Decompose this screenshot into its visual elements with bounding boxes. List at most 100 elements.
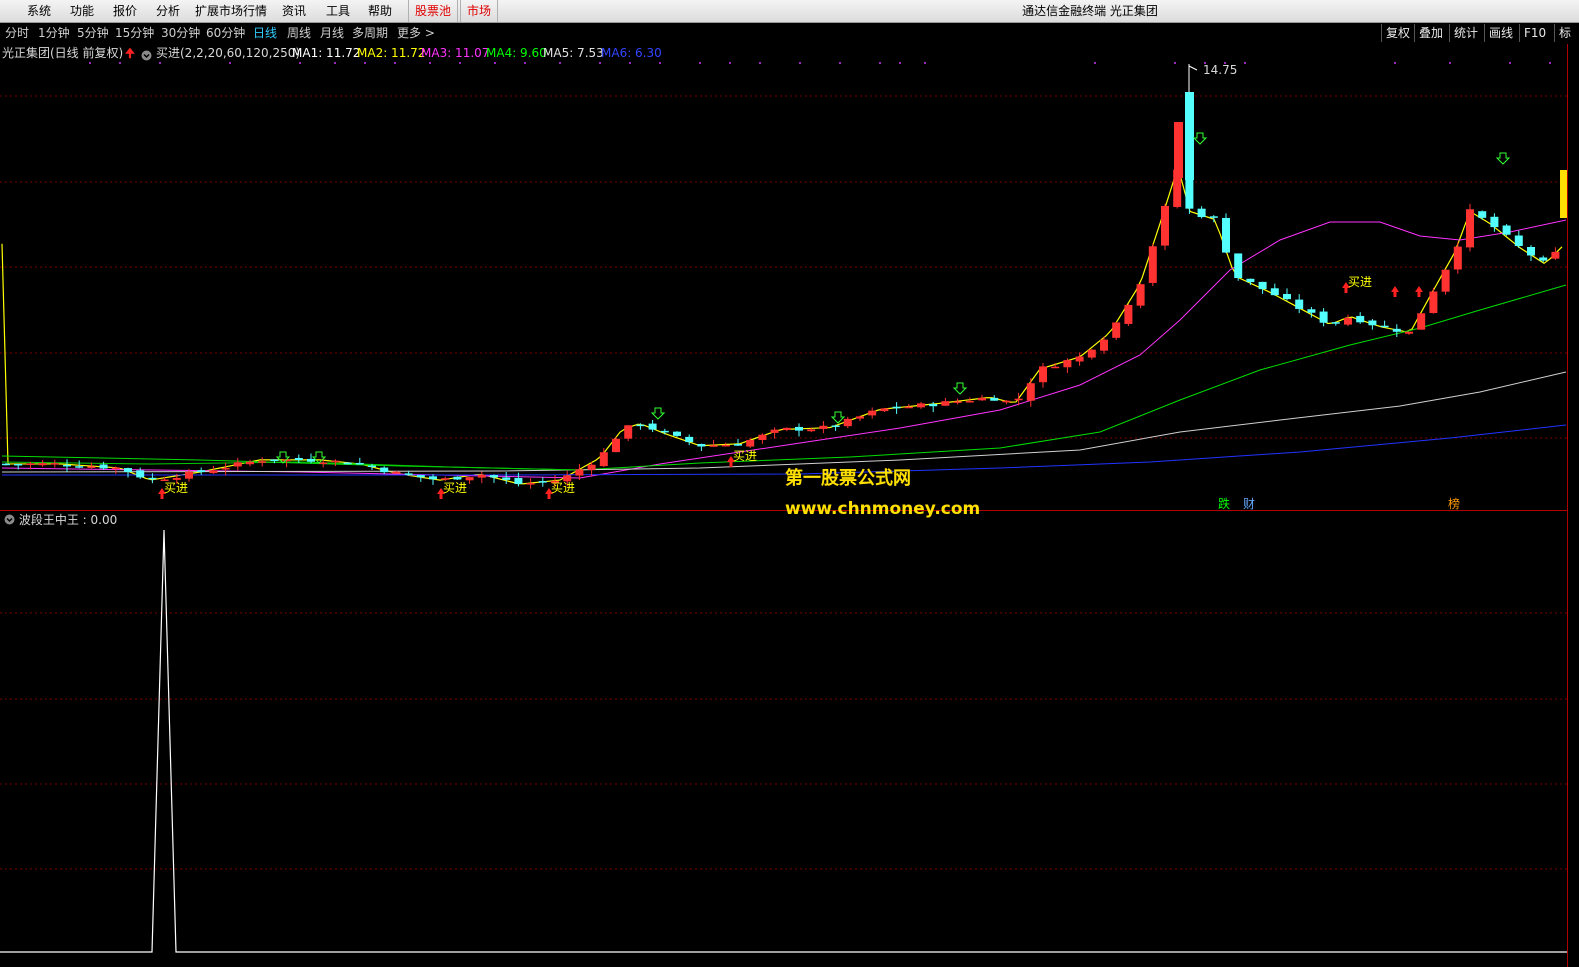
candle-body [99, 464, 108, 469]
period-weekly[interactable]: 周线 [287, 23, 311, 43]
candle-body [807, 429, 816, 432]
candle-body [172, 477, 181, 480]
candle-body [1527, 246, 1535, 256]
candle-body [917, 403, 925, 408]
menu-quote[interactable]: 报价 [113, 0, 137, 22]
event-tag-finance[interactable]: 财 [1243, 495, 1255, 512]
candle-body [63, 464, 71, 467]
sub-indicator-chart[interactable] [0, 511, 1568, 967]
candle-body [185, 471, 193, 479]
candle [75, 460, 84, 469]
period-more[interactable]: 更多 > [397, 23, 435, 43]
candle [136, 467, 145, 479]
signal-dot [89, 62, 91, 64]
candle [1026, 378, 1035, 407]
candlestick-chart[interactable]: 买进 买进 买进买进买进 14.75 [0, 62, 1568, 510]
candle [953, 398, 962, 405]
candle-body [575, 469, 584, 476]
period-intraday[interactable]: 分时 [5, 23, 29, 43]
candle-body [734, 443, 742, 446]
candle [1295, 294, 1304, 314]
period-60min[interactable]: 60分钟 [206, 23, 245, 43]
period-1min[interactable]: 1分钟 [38, 23, 70, 43]
candle-body [87, 466, 96, 468]
candle [758, 433, 767, 444]
menu-tools[interactable]: 工具 [326, 0, 350, 22]
menu-help[interactable]: 帮助 [368, 0, 392, 22]
candle-body [990, 397, 999, 401]
candle-body [270, 459, 279, 462]
signal-dot [119, 62, 121, 64]
candle-body [1002, 400, 1011, 403]
candle [258, 457, 267, 467]
arrow-up-icon: 🠉 [125, 46, 135, 60]
restore-rights-button[interactable]: 复权 [1381, 24, 1414, 42]
mark-button[interactable]: 标 [1554, 24, 1575, 42]
candle [1466, 203, 1474, 252]
candle-body [1124, 304, 1133, 324]
menu-market[interactable]: 市场 [460, 0, 499, 22]
statistics-button[interactable]: 统计 [1449, 24, 1482, 42]
candle-body [1551, 251, 1560, 259]
period-15min[interactable]: 15分钟 [115, 23, 154, 43]
signal-dot [839, 62, 841, 64]
candle [477, 471, 486, 484]
candle-body [1283, 293, 1291, 300]
candle-body [1319, 311, 1328, 323]
candle-body [929, 403, 938, 407]
indicator-info-bar: 光正集团(日线 前复权) 🠉 买进(2,2,20,60,120,250) MA1… [0, 44, 1579, 62]
candle-body [1075, 356, 1084, 362]
candle [1039, 362, 1047, 388]
candle [831, 424, 840, 431]
candle [111, 466, 120, 474]
candle-body [26, 463, 35, 466]
candle [868, 407, 877, 419]
f10-button[interactable]: F10 [1519, 24, 1550, 42]
period-30min[interactable]: 30分钟 [161, 23, 200, 43]
event-tag-drop[interactable]: 跌 [1218, 495, 1230, 512]
candle [843, 416, 852, 429]
event-tag-list[interactable]: 榜 [1448, 495, 1460, 512]
candles [2, 92, 1568, 489]
draw-line-button[interactable]: 画线 [1484, 24, 1517, 42]
period-daily[interactable]: 日线 [253, 23, 277, 43]
candle [1392, 324, 1401, 338]
candle [538, 477, 547, 487]
candle-body [538, 481, 547, 483]
overlay-button[interactable]: 叠加 [1414, 24, 1447, 42]
candle [1148, 243, 1157, 287]
candle-body [1356, 315, 1365, 323]
menu-stock-pool[interactable]: 股票池 [408, 0, 459, 22]
period-monthly[interactable]: 月线 [320, 23, 344, 43]
candle-body [1307, 309, 1316, 313]
candle [892, 402, 901, 414]
menu-bar: 系统 功能 报价 分析 扩展市场行情 资讯 工具 帮助 股票池 市场 通达信金融… [0, 0, 1579, 23]
candle [1344, 314, 1352, 327]
buy-label: 买进 [164, 481, 188, 495]
indicator-params[interactable]: 买进(2,2,20,60,120,250) [156, 44, 300, 62]
candle-body [294, 457, 303, 461]
down-arrow-icon [952, 382, 968, 395]
menu-analysis[interactable]: 分析 [156, 0, 180, 22]
candle [978, 394, 986, 401]
candle-body [795, 426, 803, 431]
candle [1112, 321, 1121, 340]
candle [453, 476, 462, 480]
menu-function[interactable]: 功能 [70, 0, 94, 22]
candle-body [624, 425, 633, 439]
watermark-title: 第一股票公式网 [785, 468, 911, 489]
candle-body [1392, 328, 1401, 332]
signal-dot [1094, 62, 1096, 64]
menu-system[interactable]: 系统 [27, 0, 51, 22]
candle [819, 421, 828, 434]
signal-dot [1549, 62, 1551, 64]
menu-news[interactable]: 资讯 [282, 0, 306, 22]
candle-body [233, 462, 242, 467]
menu-extended-market[interactable]: 扩展市场行情 [195, 0, 267, 22]
signal-dot [559, 62, 561, 64]
period-5min[interactable]: 5分钟 [77, 23, 109, 43]
candle-body [599, 452, 608, 467]
period-multi[interactable]: 多周期 [352, 23, 388, 43]
candle [1380, 320, 1389, 328]
candle-body [392, 471, 401, 474]
